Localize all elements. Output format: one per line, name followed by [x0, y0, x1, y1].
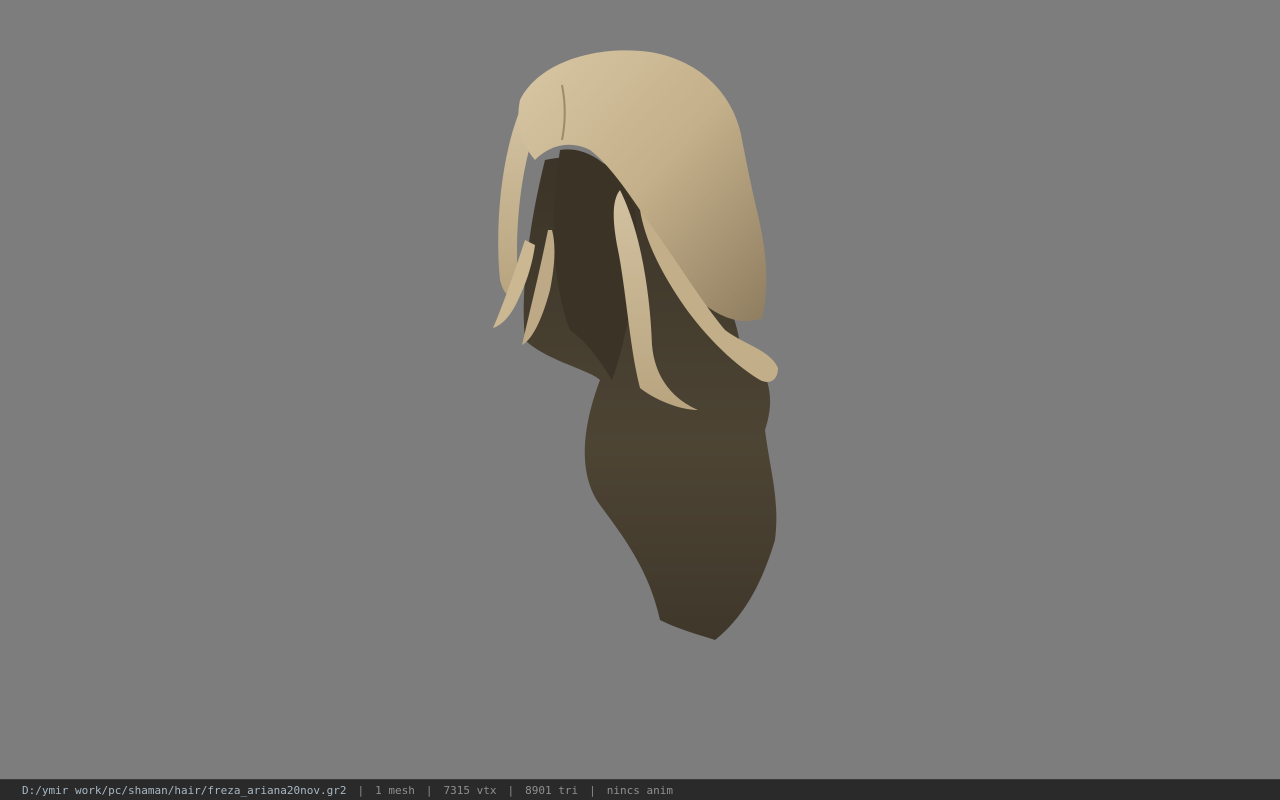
status-bar: D:/ymir work/pc/shaman/hair/freza_ariana… — [0, 779, 1280, 800]
status-separator: | — [507, 783, 515, 797]
hair-mesh-model — [493, 50, 778, 641]
anim-status-label: nincs anim — [606, 783, 673, 797]
mesh-count-label: 1 mesh — [375, 783, 415, 797]
status-separator: | — [589, 783, 596, 797]
file-path-label: D:/ymir work/pc/shaman/hair/freza_ariana… — [22, 783, 347, 797]
status-separator: | — [357, 783, 365, 797]
status-separator: | — [425, 783, 433, 797]
3d-viewport[interactable] — [0, 0, 1280, 779]
vertex-count-label: 7315 vtx — [443, 783, 497, 797]
triangle-count-label: 8901 tri — [525, 783, 579, 797]
